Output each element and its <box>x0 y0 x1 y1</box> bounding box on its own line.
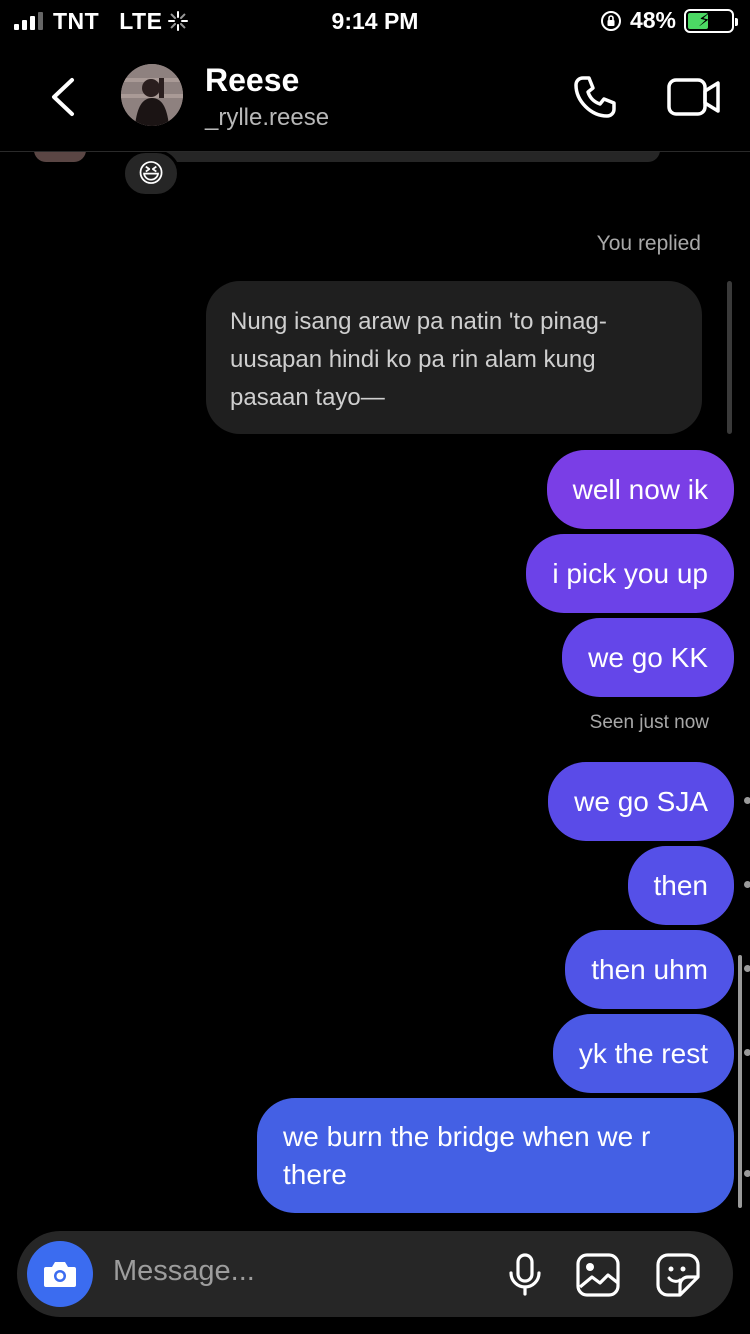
reaction-emoji: 😆 <box>137 158 165 188</box>
sent-message[interactable]: then <box>627 846 734 925</box>
battery-icon: ⚡ <box>684 8 738 33</box>
video-camera-icon[interactable] <box>666 74 722 120</box>
phone-icon[interactable] <box>570 72 620 122</box>
seen-status: Seen just now <box>589 712 709 733</box>
gallery-icon[interactable] <box>574 1251 622 1299</box>
contact-username[interactable]: _rylle.reese <box>205 104 329 132</box>
contact-avatar[interactable] <box>121 64 183 126</box>
sent-message[interactable]: we go KK <box>562 618 734 697</box>
scrollbar[interactable] <box>738 955 742 1208</box>
camera-button[interactable] <box>27 1241 93 1307</box>
reply-label: You replied <box>596 232 701 255</box>
sent-message[interactable]: we go SJA <box>548 762 734 841</box>
message-status-dot <box>744 881 750 888</box>
message-status-dot <box>744 1170 750 1177</box>
message-status-dot <box>744 797 750 804</box>
reaction-badge[interactable]: 😆 <box>122 150 180 197</box>
sent-message[interactable]: i pick you up <box>526 534 734 613</box>
sent-message[interactable]: then uhm <box>565 930 734 1009</box>
message-status-dot <box>744 1049 750 1056</box>
sent-message[interactable]: well now ik <box>546 450 734 529</box>
sent-message[interactable]: we burn the bridge when we r there <box>257 1098 734 1213</box>
quoted-message[interactable]: Nung isang araw pa natin 'to pinag-uusap… <box>206 281 702 434</box>
message-composer: Message... <box>17 1231 733 1317</box>
battery-percent: 48% <box>629 7 676 33</box>
sticker-icon[interactable] <box>654 1251 702 1299</box>
chat-header: Reese _rylle.reese <box>0 44 750 152</box>
quote-indicator <box>727 281 732 434</box>
back-chevron-icon[interactable] <box>44 74 84 120</box>
sent-message[interactable]: yk the rest <box>552 1014 734 1093</box>
status-bar: TNT LTE 9:14 PM 48% ⚡ <box>0 0 750 44</box>
orientation-lock-icon <box>600 10 621 31</box>
message-input[interactable]: Message... <box>113 1255 255 1288</box>
contact-name[interactable]: Reese <box>205 62 299 99</box>
microphone-icon[interactable] <box>501 1251 549 1299</box>
camera-icon <box>44 1262 76 1287</box>
message-status-dot <box>744 965 750 972</box>
